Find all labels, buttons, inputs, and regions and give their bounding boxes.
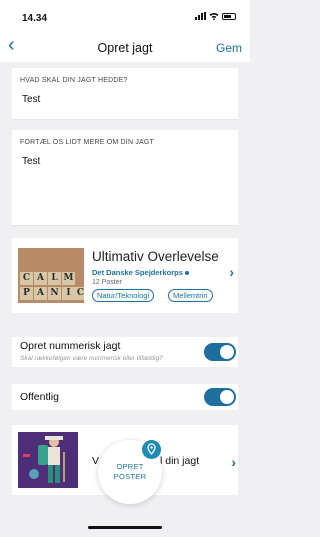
- description-field[interactable]: FORTÆL OS LIDT MERE OM DIN JAGT Test: [12, 130, 238, 226]
- tag-natur-teknologi: Natur/Teknologi: [92, 289, 155, 302]
- save-button[interactable]: Gem: [216, 41, 242, 55]
- public-toggle-row: Offentlig: [12, 384, 238, 410]
- wifi-icon: [209, 12, 219, 20]
- jagt-organization: Det Danske Spejderkorps: [92, 268, 189, 277]
- nav-bar: ‹ Opret jagt Gem: [0, 32, 250, 62]
- adventure-text-end: l din jagt: [160, 455, 200, 467]
- name-field-value[interactable]: Test: [12, 84, 238, 105]
- map-pin-icon: [142, 440, 161, 459]
- numeric-toggle-description: Skal rækkefølgen være nummerisk eller ti…: [20, 355, 163, 362]
- public-toggle[interactable]: [204, 388, 236, 406]
- numeric-toggle-row: Opret nummerisk jagt Skal rækkefølgen væ…: [12, 337, 238, 367]
- chevron-right-icon[interactable]: ›: [229, 264, 234, 280]
- public-toggle-label: Offentlig: [20, 391, 59, 403]
- name-field-label: HVAD SKAL DIN JAGT HEDDE?: [20, 77, 128, 84]
- numeric-toggle-label: Opret nummerisk jagt: [20, 340, 121, 352]
- signal-icon: [195, 12, 206, 20]
- page-title: Opret jagt: [97, 41, 153, 55]
- jagt-post-count: 12 Poster: [92, 279, 122, 286]
- verified-dot-icon: [184, 271, 189, 276]
- battery-icon: [222, 12, 236, 20]
- name-field[interactable]: HVAD SKAL DIN JAGT HEDDE? Test: [12, 68, 238, 120]
- description-field-label: FORTÆL OS LIDT MERE OM DIN JAGT: [20, 139, 155, 146]
- home-indicator: [88, 526, 162, 529]
- description-field-value[interactable]: Test: [12, 146, 238, 167]
- chevron-right-icon[interactable]: ›: [231, 454, 236, 470]
- jagt-image: C A L M P A N I C: [18, 248, 84, 303]
- numeric-toggle[interactable]: [204, 343, 236, 361]
- jagt-title: Ultimativ Overlevelse: [92, 249, 219, 264]
- status-time: 14.34: [22, 13, 48, 24]
- explorer-illustration: [18, 432, 78, 488]
- status-icons: [195, 12, 236, 20]
- jagt-card[interactable]: C A L M P A N I C Ultimativ Overlevelse …: [12, 238, 238, 313]
- status-bar: 14.34: [0, 0, 250, 32]
- tag-mellemtrin: Mellemtrin: [168, 289, 213, 302]
